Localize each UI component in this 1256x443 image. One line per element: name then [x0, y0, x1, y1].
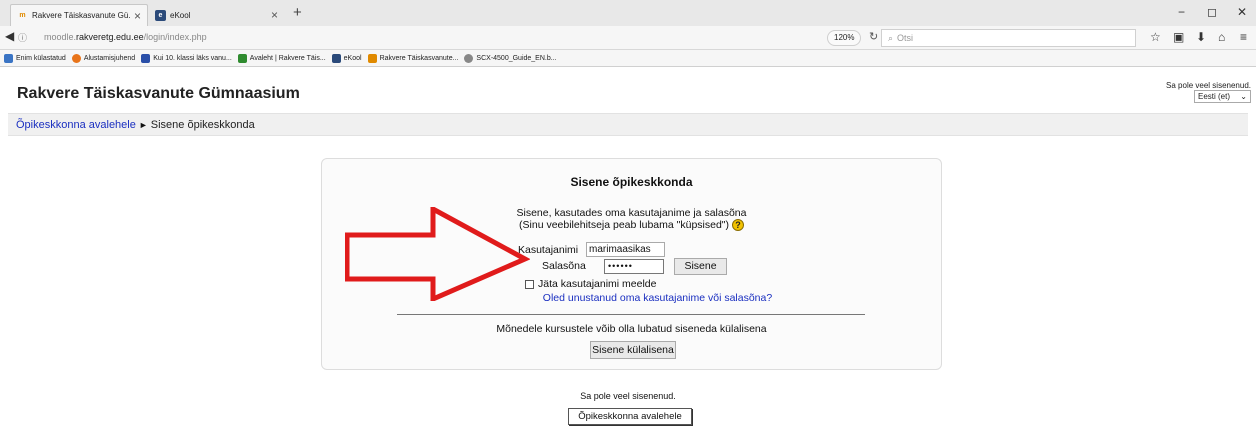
url-prefix: moodle. — [44, 32, 77, 42]
url-domain: rakveretg.edu.ee — [76, 32, 144, 42]
tab-ekool[interactable]: e eKool × — [149, 4, 284, 26]
password-label: Salasõna — [542, 260, 586, 272]
close-icon[interactable]: × — [271, 8, 278, 22]
url-bar[interactable]: moodle.rakveretg.edu.ee/login/index.php — [44, 32, 207, 42]
bookmark-label: Rakvere Täiskasvanute... — [379, 54, 459, 62]
username-field[interactable]: marimaasikas — [586, 242, 665, 257]
browser-nav-bar: ◀ ⓘ moodle.rakveretg.edu.ee/login/index.… — [0, 26, 1256, 50]
ekool-icon — [331, 53, 341, 63]
tab-moodle[interactable]: m Rakvere Täiskasvanute Gü... × — [10, 4, 148, 26]
new-tab-button[interactable]: + — [293, 4, 302, 22]
bookmark-label: SCX-4500_Guide_EN.b... — [476, 54, 557, 62]
bookmark-icon — [141, 53, 151, 63]
login-desc-text: (Sinu veebilehitseja peab lubama "küpsis… — [519, 219, 730, 231]
bookmark-label: Alustamisjuhend — [83, 54, 136, 62]
site-info-icon[interactable]: ⓘ — [18, 31, 27, 44]
bookmark-label: eKool — [343, 54, 362, 62]
minimize-icon[interactable]: − — [1178, 5, 1185, 19]
site-title: Rakvere Täiskasvanute Gümnaasium — [17, 85, 300, 102]
login-heading: Sisene õpikeskkonda — [570, 175, 693, 189]
bookmarks-bar: Enim külastatud Alustamisjuhend Kui 10. … — [0, 50, 1256, 67]
window-close-icon[interactable]: ✕ — [1237, 5, 1247, 19]
footer-login-status: Sa pole veel sisenenud. — [580, 391, 676, 401]
home-button[interactable]: Õpikeskkonna avalehele — [568, 408, 692, 425]
bookmark-item[interactable]: SCX-4500_Guide_EN.b... — [464, 53, 557, 63]
bookmark-label: Kui 10. klassi läks vanu... — [153, 54, 232, 62]
tab-label: eKool — [170, 10, 191, 20]
red-arrow-annotation — [345, 207, 530, 301]
breadcrumb: Õpikeskkonna avalehele ► Sisene õpikeskkon… — [8, 113, 1248, 136]
remember-label: Jäta kasutajanimi meelde — [538, 278, 657, 290]
zoom-indicator[interactable]: 120% — [827, 30, 862, 46]
bookmark-icon — [237, 53, 247, 63]
back-icon[interactable]: ◀ — [5, 29, 14, 43]
reload-icon[interactable]: ↻ — [869, 30, 878, 43]
language-select[interactable]: Eesti (et) ⌄ — [1194, 90, 1251, 103]
close-icon[interactable]: × — [134, 9, 141, 23]
tab-label: Rakvere Täiskasvanute Gü... — [32, 11, 130, 20]
login-info: Sa pole veel sisenenud. — [1166, 81, 1251, 90]
breadcrumb-home-link[interactable]: Õpikeskkonna avalehele — [16, 119, 136, 131]
remember-username[interactable]: Jäta kasutajanimi meelde — [525, 278, 656, 290]
url-path: /login/index.php — [143, 32, 207, 42]
help-icon[interactable]: ? — [731, 219, 744, 232]
bookmark-item[interactable]: Alustamisjuhend — [71, 53, 136, 63]
download-icon[interactable]: ⬇ — [1196, 30, 1206, 44]
bookmark-star-icon[interactable]: ☆ — [1150, 30, 1161, 44]
home-icon[interactable]: ⌂ — [1218, 30, 1225, 44]
bookmark-item[interactable]: Rakvere Täiskasvanute... — [367, 53, 459, 63]
login-button[interactable]: Sisene — [674, 258, 727, 275]
moodle-icon — [367, 53, 377, 63]
bookmark-item[interactable]: eKool — [331, 53, 362, 63]
breadcrumb-current: Sisene õpikeskkonda — [150, 119, 255, 131]
moodle-icon: m — [19, 12, 26, 19]
guest-login-button[interactable]: Sisene külalisena — [590, 341, 676, 359]
chevron-down-icon: ⌄ — [1240, 92, 1247, 101]
clipboard-icon[interactable]: ▣ — [1173, 30, 1184, 44]
maximize-icon[interactable]: ◻ — [1207, 5, 1217, 19]
bookmark-label: Avaleht | Rakvere Täis... — [249, 54, 326, 62]
bookmark-item[interactable]: Kui 10. klassi läks vanu... — [141, 53, 232, 63]
divider — [397, 314, 865, 315]
search-icon: ⌕ — [888, 33, 894, 43]
language-value: Eesti (et) — [1198, 92, 1231, 101]
globe-icon — [464, 53, 474, 63]
bookmark-item[interactable]: Enim külastatud — [4, 53, 66, 63]
password-field[interactable]: •••••• — [604, 259, 664, 274]
guest-note: Mõnedele kursustele võib olla lubatud si… — [496, 323, 767, 335]
breadcrumb-separator: ► — [138, 120, 148, 130]
bookmark-item[interactable]: Avaleht | Rakvere Täis... — [237, 53, 326, 63]
menu-icon[interactable]: ≡ — [1240, 30, 1247, 44]
search-placeholder: Otsi — [897, 33, 914, 43]
bookmark-icon — [4, 53, 13, 63]
bookmark-label: Enim külastatud — [16, 54, 66, 62]
browser-tab-bar: m Rakvere Täiskasvanute Gü... × e eKool … — [0, 0, 1256, 26]
firefox-icon — [71, 53, 81, 63]
search-input[interactable]: ⌕ Otsi — [881, 29, 1136, 47]
ekool-icon: e — [155, 9, 166, 21]
